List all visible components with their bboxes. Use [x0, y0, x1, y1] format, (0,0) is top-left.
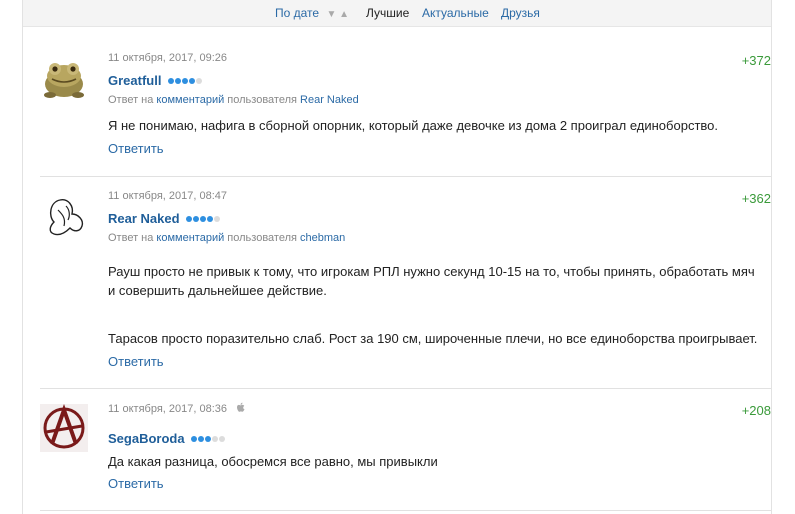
comment-author[interactable]: Greatfull — [108, 72, 203, 88]
comment: 11 октября, 2017, 09:26 +372 Greatfull О… — [40, 50, 771, 177]
comment-score: +208 — [741, 403, 771, 418]
reply-button[interactable]: Ответить — [108, 141, 164, 156]
author-name[interactable]: SegaBoroda — [108, 431, 185, 446]
reply-user-link[interactable]: Rear Naked — [300, 94, 359, 106]
comment-date: 11 октября, 2017, 08:47 — [108, 190, 227, 202]
reply-button[interactable]: Ответить — [108, 354, 164, 369]
comment-date: 11 октября, 2017, 09:26 — [108, 52, 227, 64]
sort-arrows-icon[interactable]: ▼ ▲ — [326, 9, 349, 20]
comment-score: +372 — [741, 53, 771, 68]
reply-info: Ответ на комментарий пользователя chebma… — [108, 232, 346, 244]
comment-date: 11 октября, 2017, 08:36 — [108, 402, 246, 416]
left-border — [22, 0, 23, 514]
comment: 11 октября, 2017, 08:36 +208 SegaBoroda … — [40, 400, 771, 511]
comment-text-line: Тарасов просто поразительно слаб. Рост з… — [108, 331, 758, 346]
right-border — [771, 0, 772, 514]
sort-actual[interactable]: Актуальные — [422, 6, 489, 20]
anarchy-avatar-icon[interactable] — [40, 403, 88, 452]
reply-info: Ответ на комментарий пользователя Rear N… — [108, 94, 359, 106]
comment-text: Я не понимаю, нафига в сборной опорник, … — [108, 118, 719, 133]
sort-friends[interactable]: Друзья — [501, 6, 540, 20]
rating-dots — [168, 72, 203, 87]
comment: 11 октября, 2017, 08:47 +362 Rear Naked … — [40, 188, 771, 389]
author-name[interactable]: Rear Naked — [108, 211, 180, 226]
comment-text-line: Рауш просто не привык к тому, что игрока… — [108, 264, 755, 279]
apple-icon — [236, 402, 246, 416]
reply-button[interactable]: Ответить — [108, 476, 164, 491]
author-name[interactable]: Greatfull — [108, 73, 161, 88]
comment-text-line: и совершить дальнейшее действие. — [108, 283, 327, 298]
reply-comment-link[interactable]: комментарий — [156, 94, 224, 106]
sort-bar: По дате ▼ ▲ Лучшие Актуальные Друзья — [23, 0, 771, 27]
comment-score: +362 — [741, 191, 771, 206]
rating-dots — [186, 210, 221, 225]
sort-by-date[interactable]: По дате ▼ ▲ — [275, 6, 349, 20]
sort-best[interactable]: Лучшие — [366, 6, 409, 20]
comment-text: Да какая разница, обосремся все равно, м… — [108, 454, 438, 469]
rating-dots — [191, 430, 226, 445]
comment-author[interactable]: Rear Naked — [108, 210, 221, 226]
comment-author[interactable]: SegaBoroda — [108, 430, 226, 446]
reply-user-link[interactable]: chebman — [300, 232, 345, 244]
sort-by-date-label: По дате — [275, 6, 320, 20]
line-drawing-avatar-icon[interactable] — [40, 192, 88, 240]
frog-avatar-icon[interactable] — [40, 54, 88, 102]
reply-comment-link[interactable]: комментарий — [156, 232, 224, 244]
